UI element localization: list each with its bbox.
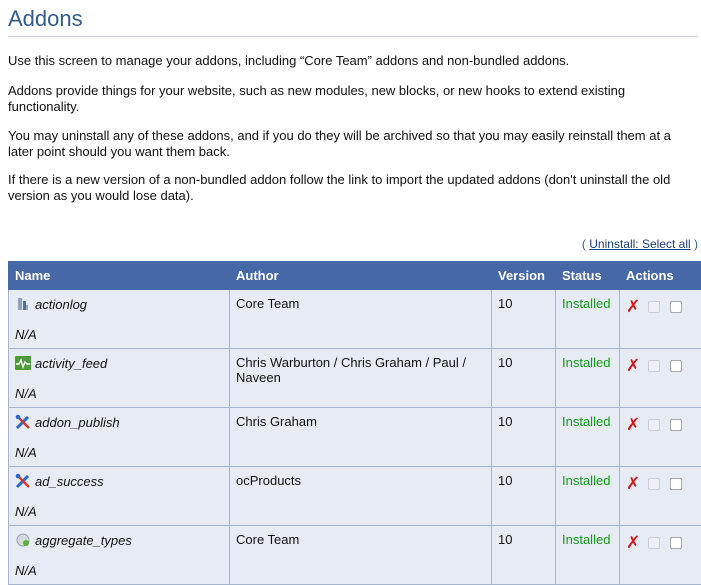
intro-paragraph-4: If there is a new version of a non-bundl… <box>8 172 698 204</box>
addon-name: ad_success <box>35 474 104 489</box>
addon-status: Installed <box>556 526 620 585</box>
disabled-checkbox <box>648 537 660 549</box>
addon-status: Installed <box>556 408 620 467</box>
addon-description: N/A <box>15 504 37 519</box>
addon-version: 10 <box>492 467 556 526</box>
tools-icon <box>15 473 31 489</box>
addon-version: 10 <box>492 290 556 349</box>
addon-name-cell: activity_feed N/A <box>9 349 230 408</box>
actionlog-icon <box>15 296 31 312</box>
uninstall-checkbox[interactable] <box>670 478 682 490</box>
addon-author: Core Team <box>230 526 492 585</box>
addon-name: actionlog <box>35 297 87 312</box>
disabled-checkbox <box>648 478 660 490</box>
addon-author: ocProducts <box>230 467 492 526</box>
addon-description: N/A <box>15 386 37 401</box>
disabled-checkbox <box>648 360 660 372</box>
table-row: activity_feed N/A Chris Warburton / Chri… <box>9 349 701 408</box>
uninstall-checkbox[interactable] <box>670 419 682 431</box>
addons-table: Name Author Version Status Actions actio… <box>8 261 701 585</box>
addon-version: 10 <box>492 408 556 467</box>
intro-paragraph-3: You may uninstall any of these addons, a… <box>8 128 698 160</box>
addon-author: Core Team <box>230 290 492 349</box>
table-row: actionlog N/A Core Team 10 Installed ✗ <box>9 290 701 349</box>
addon-actions-cell: ✗ <box>620 467 701 526</box>
table-header-row: Name Author Version Status Actions <box>9 262 701 290</box>
uninstall-x-icon[interactable]: ✗ <box>626 418 640 432</box>
uninstall-checkbox[interactable] <box>670 537 682 549</box>
addon-actions-cell: ✗ <box>620 349 701 408</box>
uninstall-paren-close: ) <box>694 237 698 251</box>
addon-status: Installed <box>556 467 620 526</box>
disabled-checkbox <box>648 419 660 431</box>
disabled-checkbox <box>648 301 660 313</box>
addon-description: N/A <box>15 327 37 342</box>
uninstall-checkbox[interactable] <box>670 360 682 372</box>
uninstall-select-all-row: ( Uninstall: Select all ) <box>8 237 698 253</box>
table-row: ad_success N/A ocProducts 10 Installed ✗ <box>9 467 701 526</box>
uninstall-select-all-link[interactable]: Uninstall: Select all <box>589 237 690 251</box>
tools-icon <box>15 414 31 430</box>
addon-version: 10 <box>492 526 556 585</box>
uninstall-x-icon[interactable]: ✗ <box>626 359 640 373</box>
uninstall-x-icon[interactable]: ✗ <box>626 300 640 314</box>
addon-name-cell: aggregate_types N/A <box>9 526 230 585</box>
addons-page: Addons Use this screen to manage your ad… <box>0 0 701 585</box>
addon-name: activity_feed <box>35 356 107 371</box>
column-header-author: Author <box>230 262 492 290</box>
activity-feed-icon <box>15 355 31 371</box>
uninstall-checkbox[interactable] <box>670 301 682 313</box>
uninstall-paren-open: ( <box>582 237 586 251</box>
column-header-name: Name <box>9 262 230 290</box>
column-header-actions: Actions <box>620 262 701 290</box>
addon-actions-cell: ✗ <box>620 526 701 585</box>
addon-version: 10 <box>492 349 556 408</box>
addon-author: Chris Warburton / Chris Graham / Paul / … <box>230 349 492 408</box>
intro-paragraph-2: Addons provide things for your website, … <box>8 83 698 115</box>
addon-name-cell: addon_publish N/A <box>9 408 230 467</box>
aggregate-icon <box>15 532 31 548</box>
addon-description: N/A <box>15 563 37 578</box>
uninstall-x-icon[interactable]: ✗ <box>626 536 640 550</box>
addon-name-cell: ad_success N/A <box>9 467 230 526</box>
addon-author: Chris Graham <box>230 408 492 467</box>
addon-status: Installed <box>556 290 620 349</box>
addon-actions-cell: ✗ <box>620 290 701 349</box>
addon-status: Installed <box>556 349 620 408</box>
addon-name: aggregate_types <box>35 533 132 548</box>
table-row: addon_publish N/A Chris Graham 10 Instal… <box>9 408 701 467</box>
addon-name: addon_publish <box>35 415 120 430</box>
intro-paragraph-1: Use this screen to manage your addons, i… <box>8 53 698 69</box>
column-header-version: Version <box>492 262 556 290</box>
addon-description: N/A <box>15 445 37 460</box>
column-header-status: Status <box>556 262 620 290</box>
page-title: Addons <box>8 0 698 37</box>
addon-actions-cell: ✗ <box>620 408 701 467</box>
uninstall-x-icon[interactable]: ✗ <box>626 477 640 491</box>
table-row: aggregate_types N/A Core Team 10 Install… <box>9 526 701 585</box>
addon-name-cell: actionlog N/A <box>9 290 230 349</box>
